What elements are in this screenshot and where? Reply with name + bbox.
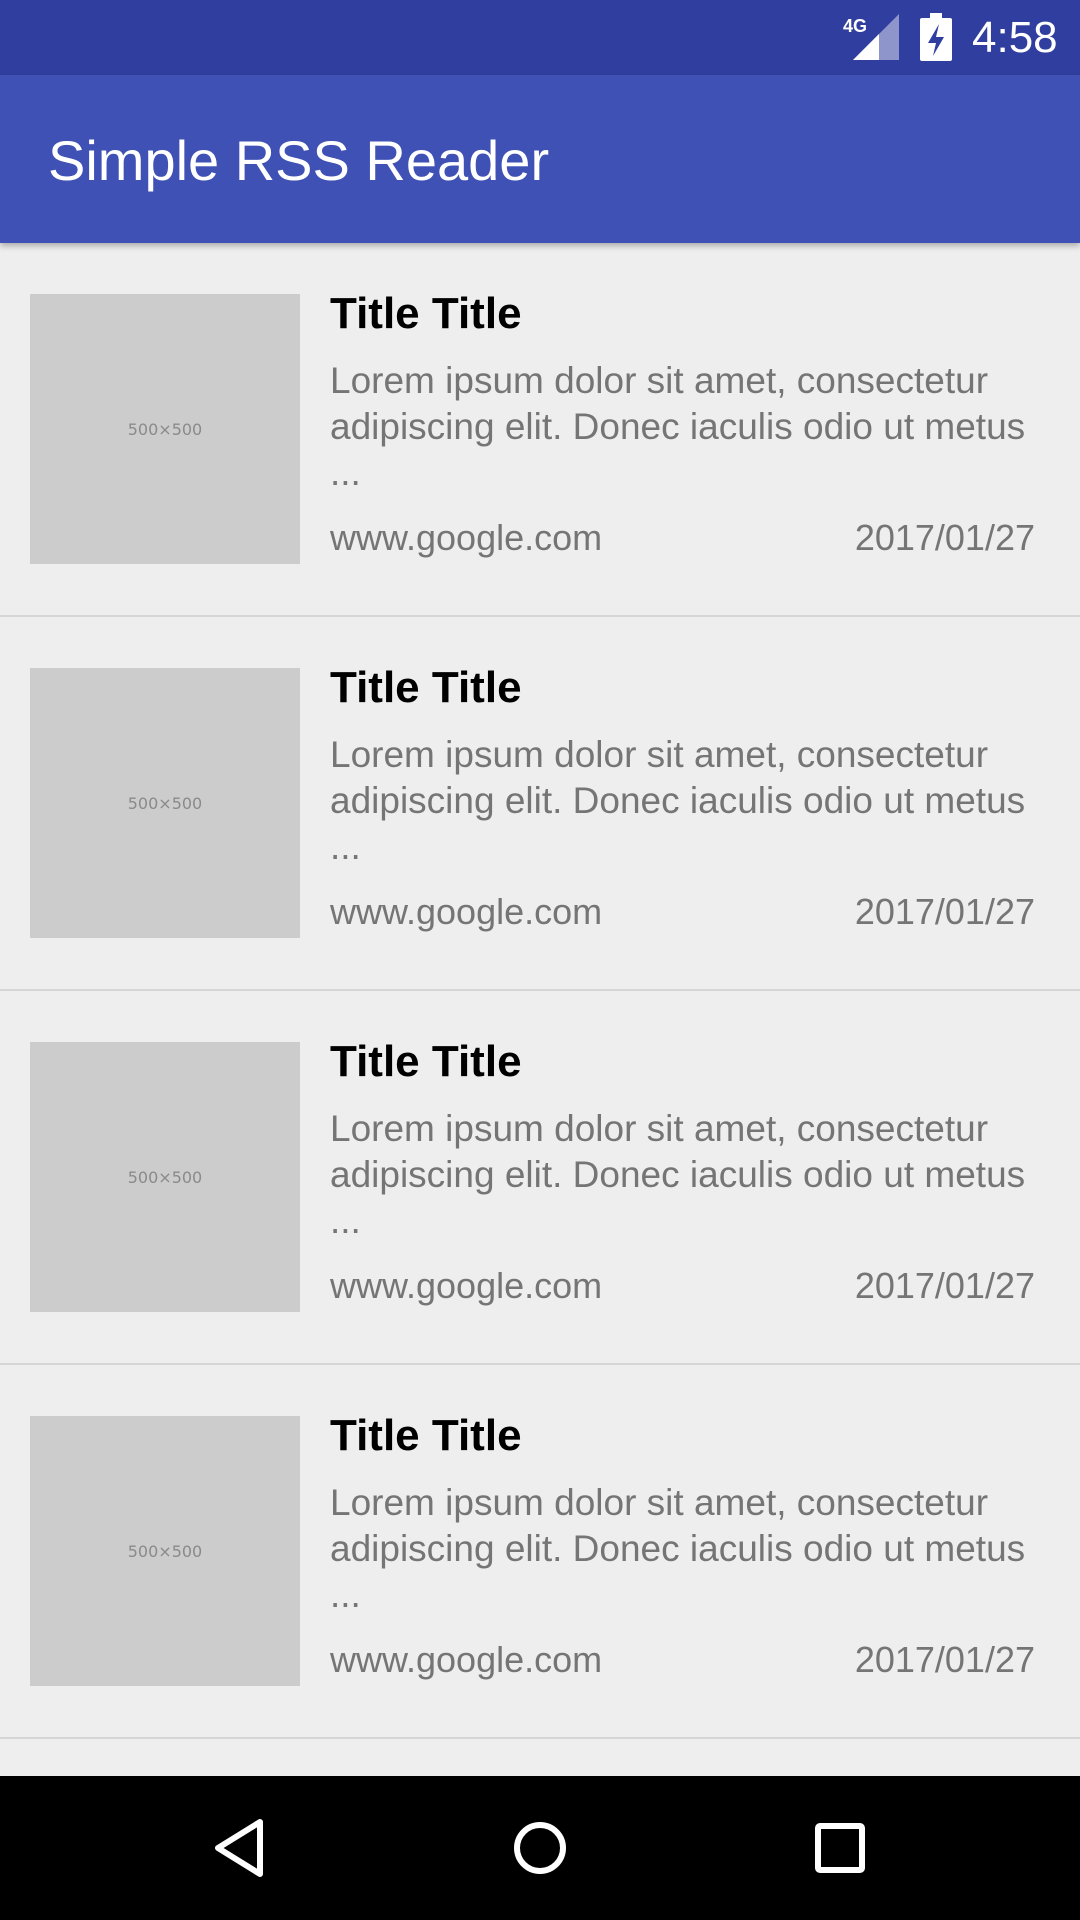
item-source: www.google.com: [330, 891, 603, 932]
item-title: Title Title: [330, 1037, 522, 1086]
home-button[interactable]: [504, 1812, 576, 1884]
item-thumbnail: 500×500: [30, 1416, 300, 1686]
battery-charging-icon: [920, 13, 952, 61]
thumbnail-placeholder-label: 500×500: [127, 793, 203, 813]
network-type-label: 4G: [843, 16, 867, 36]
item-date: 2017/01/27: [854, 1639, 1035, 1680]
thumbnail-placeholder-label: 500×500: [127, 1541, 203, 1561]
back-button[interactable]: [204, 1812, 276, 1884]
feed-item[interactable]: 500×500 Title Title Lorem ipsum dolor si…: [0, 617, 1080, 991]
item-source: www.google.com: [330, 1639, 603, 1680]
item-title: Title Title: [330, 1411, 522, 1460]
thumbnail-placeholder-label: 500×500: [127, 419, 203, 439]
item-thumbnail: 500×500: [30, 668, 300, 938]
item-title: Title Title: [330, 289, 522, 338]
home-icon: [514, 1822, 566, 1874]
recents-icon: [815, 1823, 865, 1873]
feed-item[interactable]: 500×500 Title Title Lorem ipsum dolor si…: [0, 991, 1080, 1365]
feed-item[interactable]: 500×500 Title Title Lorem ipsum dolor si…: [0, 243, 1080, 617]
recents-button[interactable]: [804, 1812, 876, 1884]
item-date: 2017/01/27: [854, 1265, 1035, 1306]
app-bar: Simple RSS Reader: [0, 75, 1080, 243]
back-icon: [215, 1819, 263, 1877]
navigation-bar: [0, 1776, 1080, 1920]
feed-item[interactable]: 500×500 Title Title Lorem ipsum dolor si…: [0, 1365, 1080, 1739]
thumbnail-placeholder-label: 500×500: [127, 1167, 203, 1187]
item-description: Lorem ipsum dolor sit amet, consectetur …: [330, 1108, 1026, 1241]
item-description: Lorem ipsum dolor sit amet, consectetur …: [330, 1482, 1026, 1615]
item-source: www.google.com: [330, 517, 603, 558]
status-time: 4:58: [972, 13, 1058, 62]
item-description: Lorem ipsum dolor sit amet, consectetur …: [330, 734, 1026, 867]
item-thumbnail: 500×500: [30, 294, 300, 564]
app-title: Simple RSS Reader: [48, 129, 550, 192]
item-thumbnail: 500×500: [30, 1042, 300, 1312]
item-description: Lorem ipsum dolor sit amet, consectetur …: [330, 360, 1026, 493]
signal-icon: 4G: [843, 14, 899, 60]
item-source: www.google.com: [330, 1265, 603, 1306]
feed-list[interactable]: 500×500 Title Title Lorem ipsum dolor si…: [0, 243, 1080, 1776]
item-date: 2017/01/27: [854, 517, 1035, 558]
item-title: Title Title: [330, 663, 522, 712]
item-date: 2017/01/27: [854, 891, 1035, 932]
status-bar: 4G 4:58: [0, 0, 1080, 75]
